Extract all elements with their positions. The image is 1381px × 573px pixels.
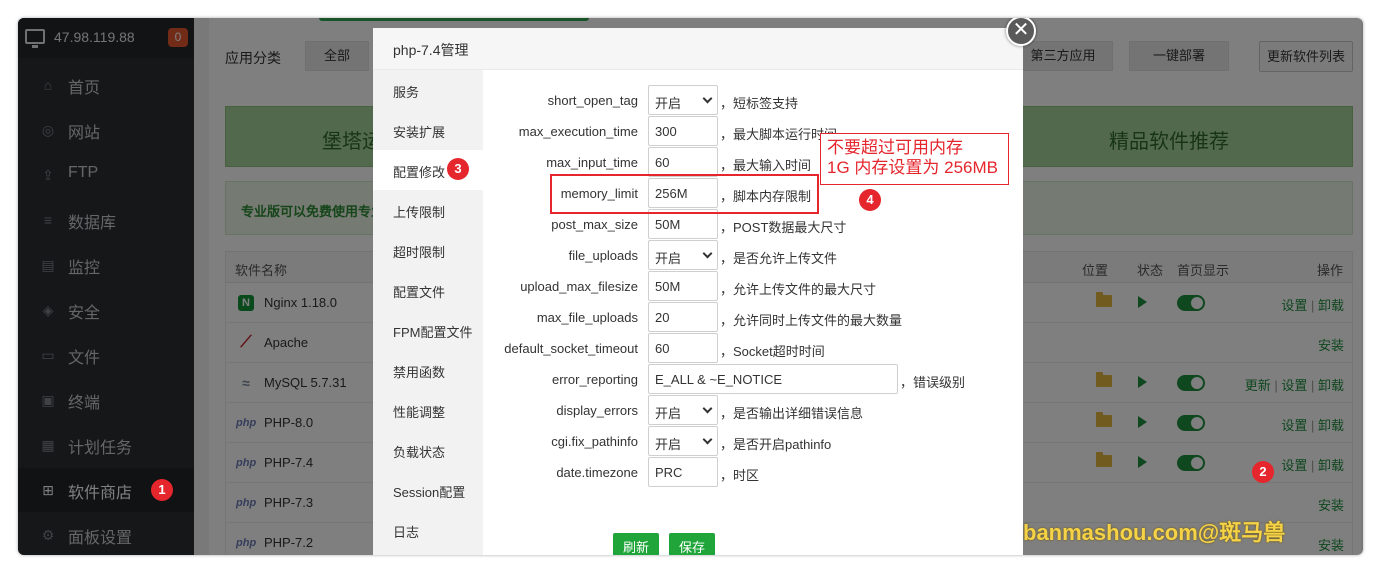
dialog-tabs: 服务 安装扩展 配置修改 上传限制 超时限制 配置文件 FPM配置文件 禁用函数 性能调整 负载状… (373, 70, 483, 555)
dialog-tab-10[interactable]: Session配置 (373, 470, 483, 510)
field-description: ，是否允许上传文件 (720, 251, 838, 266)
dialog-tab-8[interactable]: 性能调整 (373, 390, 483, 430)
field-select[interactable]: 开启 (648, 395, 718, 425)
field-value: 50M (655, 217, 681, 232)
field-label: date.timezone (556, 465, 638, 480)
field-label: display_errors (556, 403, 638, 418)
field-input[interactable]: 50M (648, 271, 718, 301)
chevron-down-icon (702, 403, 713, 414)
field-value: 开启 (655, 96, 682, 111)
dialog-tab-11[interactable]: 日志 (373, 510, 483, 550)
field-value: 开启 (655, 406, 682, 421)
field-select[interactable]: 开启 (648, 85, 718, 115)
field-label: max_input_time (546, 155, 638, 170)
field-label: upload_max_filesize (520, 279, 638, 294)
dialog-tab-1[interactable]: 安装扩展 (373, 110, 483, 150)
field-input[interactable]: 300 (648, 116, 718, 146)
dialog-tab-4[interactable]: 超时限制 (373, 230, 483, 270)
field-label: max_file_uploads (536, 310, 638, 325)
refresh-button[interactable]: 刷新 (613, 533, 659, 555)
field-label: max_execution_time (518, 124, 638, 139)
field-value: 300 (655, 124, 677, 139)
annotation-note-line1: 不要超过可用内存 (827, 138, 963, 157)
field-input[interactable]: 60 (648, 147, 718, 177)
memory-limit-highlight (550, 174, 819, 214)
field-input[interactable]: 60 (648, 333, 718, 363)
field-label: file_uploads (568, 248, 638, 263)
save-button[interactable]: 保存 (669, 533, 715, 555)
field-input[interactable]: PRC (648, 457, 718, 487)
field-input[interactable]: 20 (648, 302, 718, 332)
field-label: default_socket_timeout (504, 341, 638, 356)
app-window: 47.98.119.88 0 ⌂首页◎网站⇪FTP≡数据库▤监控◈安全▭文件▣终… (18, 18, 1363, 555)
dialog-tab-6[interactable]: FPM配置文件 (373, 310, 483, 350)
field-value: 60 (655, 341, 670, 356)
field-value: PRC (655, 465, 683, 480)
field-description: ，短标签支持 (720, 96, 799, 111)
field-description: ，最大输入时间 (720, 158, 812, 173)
field-description: ，POST数据最大尺寸 (720, 220, 847, 235)
chevron-down-icon (702, 434, 713, 445)
field-value: 60 (655, 155, 670, 170)
field-value: E_ALL & ~E_NOTICE (655, 372, 783, 387)
field-description: ，Socket超时时间 (720, 344, 825, 359)
field-label: error_reporting (552, 372, 638, 387)
field-label: short_open_tag (547, 93, 638, 108)
field-select[interactable]: 开启 (648, 240, 718, 270)
field-description: ，时区 (720, 468, 760, 483)
field-description: ，错误级别 (900, 375, 966, 390)
step-badge-3: 3 (447, 158, 469, 180)
chevron-down-icon (702, 93, 713, 104)
field-label: post_max_size (551, 217, 638, 232)
annotation-note: 不要超过可用内存 1G 内存设置为 256MB (820, 133, 1009, 185)
step-badge-4: 4 (859, 189, 881, 211)
step-badge-2: 2 (1252, 461, 1274, 483)
chevron-down-icon (702, 248, 713, 259)
watermark: banmashou.com@斑马兽 (1023, 520, 1286, 545)
field-label: cgi.fix_pathinfo (551, 434, 638, 449)
field-value: 开启 (655, 251, 682, 266)
dialog-tab-3[interactable]: 上传限制 (373, 190, 483, 230)
field-input[interactable]: E_ALL & ~E_NOTICE (648, 364, 898, 394)
dialog-tab-0[interactable]: 服务 (373, 70, 483, 110)
annotation-note-line2: 1G 内存设置为 256MB (827, 158, 998, 177)
field-value: 50M (655, 279, 681, 294)
dialog-tab-9[interactable]: 负载状态 (373, 430, 483, 470)
step-badge-1: 1 (151, 479, 173, 501)
field-value: 开启 (655, 437, 682, 452)
php-manage-dialog: php-7.4管理 服务 安装扩展 配置修改 上传限制 超时限制 配置文件 FPM配置文件禁… (373, 28, 1023, 555)
field-select[interactable]: 开启 (648, 426, 718, 456)
field-description: ，是否开启pathinfo (720, 437, 832, 452)
dialog-title: php-7.4管理 (373, 28, 1023, 70)
field-value: 20 (655, 310, 670, 325)
field-description: ，是否输出详细错误信息 (720, 406, 864, 421)
dialog-tab-7[interactable]: 禁用函数 (373, 350, 483, 390)
field-description: ，允许同时上传文件的最大数量 (720, 313, 903, 328)
dialog-tab-5[interactable]: 配置文件 (373, 270, 483, 310)
field-description: ，允许上传文件的最大尺寸 (720, 282, 877, 297)
